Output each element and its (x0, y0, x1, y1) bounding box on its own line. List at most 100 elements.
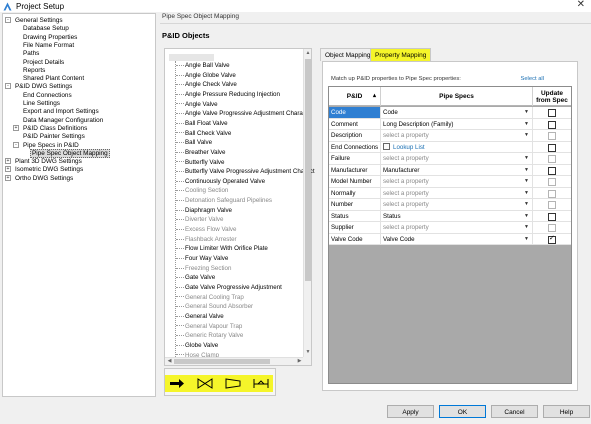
update-from-spec-checkbox[interactable] (548, 212, 556, 221)
object-item-continuously-operated-valve[interactable]: Continuously Operated Valve (176, 177, 265, 186)
vertical-scrollbar[interactable]: ▲ ▼ (303, 49, 311, 357)
object-item-excess-flow-valve[interactable]: Excess Flow Valve (176, 225, 236, 234)
expand-icon[interactable]: + (13, 124, 19, 131)
update-from-spec-checkbox[interactable] (548, 132, 556, 140)
apply-button[interactable]: Apply (387, 405, 434, 418)
scroll-up-icon[interactable]: ▲ (305, 50, 311, 57)
object-item-angle-ball-valve[interactable]: Angle Ball Valve (176, 61, 230, 70)
pipe-spec-dropdown[interactable]: Long Description (Family) ▼ (381, 118, 533, 130)
expand-icon[interactable]: + (5, 158, 11, 165)
object-item-gate-valve-progressive-adjustment[interactable]: Gate Valve Progressive Adjustment (176, 283, 282, 292)
mapping-row[interactable]: Code Code ▼ (329, 107, 571, 119)
mapping-row[interactable]: Failure select a property ▼ (329, 153, 571, 165)
object-item-butterfly-valve[interactable]: Butterfly Valve (176, 158, 224, 167)
update-from-spec-checkbox[interactable] (548, 143, 556, 152)
collapse-icon[interactable]: - (13, 141, 19, 148)
pid-property-cell[interactable]: Description (329, 130, 381, 141)
mapping-row[interactable]: Status Status ▼ (329, 210, 571, 222)
collapse-icon[interactable]: - (5, 83, 11, 90)
chevron-down-icon[interactable]: ▼ (524, 188, 529, 199)
object-item-detonation-safeguard-pipelines[interactable]: Detonation Safeguard Pipelines (176, 196, 272, 205)
scroll-right-icon[interactable]: ▶ (296, 358, 303, 365)
chevron-down-icon[interactable]: ▼ (524, 176, 529, 187)
object-item-angle-valve[interactable]: Angle Valve (176, 100, 218, 109)
update-from-spec-checkbox[interactable] (548, 155, 556, 163)
mapping-row[interactable]: Supplier select a property ▼ (329, 222, 571, 234)
column-header-pipe-specs[interactable]: Pipe Specs (381, 87, 533, 106)
chevron-down-icon[interactable]: ▼ (524, 165, 529, 176)
pid-property-cell[interactable]: Normally (329, 187, 381, 199)
cancel-button[interactable]: Cancel (491, 405, 538, 418)
arrow-right-icon[interactable] (168, 376, 186, 391)
mapping-row[interactable]: Number select a property ▼ (329, 199, 571, 211)
object-item-cooling-section[interactable]: Cooling Section (176, 186, 228, 195)
object-item-globe-valve[interactable]: Globe Valve (176, 341, 218, 350)
update-from-spec-checkbox[interactable] (548, 120, 556, 129)
pipe-spec-dropdown[interactable]: Valve Code ▼ (381, 233, 533, 245)
object-item-ball-check-valve[interactable]: Ball Check Valve (176, 129, 231, 138)
object-item-ball-valve[interactable]: Ball Valve (176, 138, 212, 147)
pipe-spec-dropdown[interactable]: select a property ▼ (381, 153, 533, 164)
pid-property-cell[interactable]: Status (329, 210, 381, 222)
gate-valve-icon[interactable] (252, 376, 270, 391)
chevron-down-icon[interactable]: ▼ (524, 107, 529, 118)
pipe-spec-dropdown[interactable]: select a property ▼ (381, 130, 533, 141)
object-item-angle-valve-progressive-adjustment-characte[interactable]: Angle Valve Progressive Adjustment Chara… (176, 109, 311, 118)
object-item-angle-globe-valve[interactable]: Angle Globe Valve (176, 71, 236, 80)
object-item-general-valve[interactable]: General Valve (176, 312, 224, 321)
tab-object-mapping[interactable]: Object Mapping (320, 48, 376, 61)
objects-root-node[interactable] (169, 54, 214, 61)
pipe-spec-dropdown[interactable]: Manufacturer ▼ (381, 164, 533, 176)
chevron-down-icon[interactable]: ▼ (524, 234, 529, 245)
object-item-general-vapour-trap[interactable]: General Vapour Trap (176, 322, 242, 331)
object-item-freezing-section[interactable]: Freezing Section (176, 264, 231, 273)
update-from-spec-checkbox[interactable]: ✓ (548, 235, 556, 244)
pid-property-cell[interactable]: Number (329, 199, 381, 210)
lookup-list-link[interactable]: Lookup List (393, 144, 425, 151)
mapping-row[interactable]: Description select a property ▼ (329, 130, 571, 142)
tab-property-mapping[interactable]: Property Mapping (370, 48, 432, 61)
object-item-diaphragm-valve[interactable]: Diaphragm Valve (176, 206, 232, 215)
pid-property-cell[interactable]: Model Number (329, 176, 381, 187)
object-item-breather-valve[interactable]: Breather Valve (176, 148, 225, 157)
settings-tree[interactable]: - General Settings Database Setup Drawing P… (2, 13, 156, 397)
object-item-four-way-valve[interactable]: Four Way Valve (176, 254, 228, 263)
pipe-spec-dropdown[interactable]: select a property ▼ (381, 199, 533, 210)
collapse-icon[interactable]: - (5, 17, 11, 23)
object-item-diverter-valve[interactable]: Diverter Valve (176, 215, 223, 224)
pid-property-cell[interactable]: Valve Code (329, 233, 381, 245)
mapping-row[interactable]: Normally select a property ▼ (329, 187, 571, 199)
mapping-row[interactable]: Comment Long Description (Family) ▼ (329, 118, 571, 130)
pipe-spec-dropdown[interactable]: Lookup List (381, 141, 533, 153)
pipe-spec-dropdown[interactable]: select a property ▼ (381, 187, 533, 199)
pipe-spec-dropdown[interactable]: select a property ▼ (381, 222, 533, 233)
help-button[interactable]: Help (543, 405, 590, 418)
pid-property-cell[interactable]: Manufacturer (329, 164, 381, 176)
mapping-row[interactable]: Manufacturer Manufacturer ▼ (329, 164, 571, 176)
update-from-spec-checkbox[interactable] (548, 178, 556, 186)
object-item-gate-valve[interactable]: Gate Valve (176, 273, 215, 282)
scroll-down-icon[interactable]: ▼ (305, 349, 311, 356)
chevron-down-icon[interactable]: ▼ (524, 211, 529, 222)
pid-property-cell[interactable]: Failure (329, 153, 381, 164)
pid-property-cell[interactable]: Comment (329, 118, 381, 130)
mapping-row[interactable]: Model Number select a property ▼ (329, 176, 571, 188)
pipe-spec-dropdown[interactable]: Status ▼ (381, 210, 533, 222)
pid-objects-tree[interactable]: Angle Ball Valve Angle Globe Valve Angle C… (164, 48, 315, 366)
ok-button[interactable]: OK (439, 405, 486, 418)
update-from-spec-checkbox[interactable] (548, 224, 556, 232)
update-from-spec-checkbox[interactable] (548, 166, 556, 175)
update-from-spec-checkbox[interactable] (548, 201, 556, 209)
object-item-general-cooling-trap[interactable]: General Cooling Trap (176, 293, 244, 302)
object-item-angle-pressure-reducing-injection[interactable]: Angle Pressure Reducing Injection (176, 90, 280, 99)
chevron-down-icon[interactable]: ▼ (524, 199, 529, 210)
column-header-pid[interactable]: P&ID ▴ (329, 87, 381, 106)
pid-property-cell[interactable]: Supplier (329, 222, 381, 233)
chevron-down-icon[interactable]: ▼ (524, 119, 529, 130)
object-item-flow-limiter-with-orifice-plate[interactable]: Flow Limiter With Orifice Plate (176, 244, 268, 253)
object-item-general-sound-absorber[interactable]: General Sound Absorber (176, 302, 253, 311)
reducer-icon[interactable] (224, 376, 242, 391)
scroll-left-icon[interactable]: ◀ (166, 358, 173, 365)
horizontal-scrollbar[interactable]: ◀ ▶ (165, 357, 304, 365)
close-icon[interactable]: ✕ (577, 0, 585, 10)
